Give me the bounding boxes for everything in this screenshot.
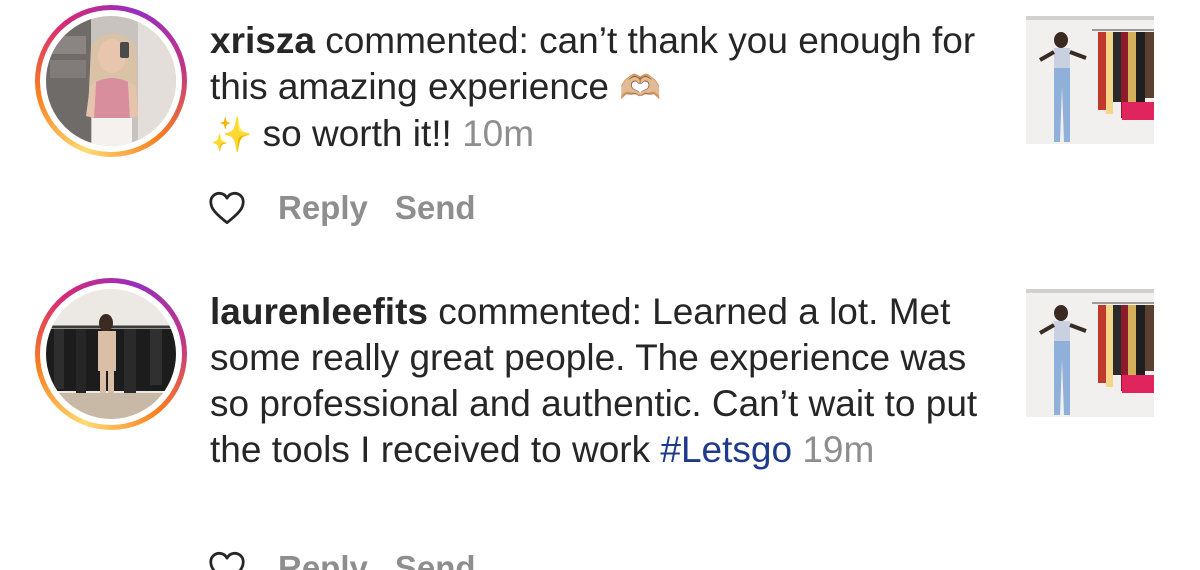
send-button[interactable]: Send: [395, 549, 476, 570]
comment-username[interactable]: laurenleefits: [210, 291, 428, 332]
comment-verb: commented:: [438, 291, 642, 332]
comment-feed: xrisza commented: can’t thank you enough…: [0, 0, 1200, 570]
story-ring[interactable]: [35, 278, 187, 430]
avatar-photo-clothing-rack: [46, 289, 176, 419]
comment-verb: commented:: [325, 20, 529, 61]
story-ring[interactable]: [35, 5, 187, 157]
comment-actions: Reply Send: [208, 548, 503, 570]
post-thumbnail-photo: [1026, 289, 1154, 417]
heart-hands-emoji: 🫶🏼: [619, 69, 662, 107]
post-thumbnail-photo: [1026, 16, 1154, 144]
post-thumbnail[interactable]: [1026, 289, 1154, 417]
reply-button[interactable]: Reply: [278, 189, 368, 227]
avatar[interactable]: [46, 289, 176, 419]
post-thumbnail[interactable]: [1026, 16, 1154, 144]
sparkles-emoji: ✨: [210, 116, 253, 154]
hashtag-link[interactable]: #Letsgo: [660, 429, 792, 470]
avatar-ring-gap: [40, 283, 182, 425]
avatar-photo-selfie: [46, 16, 176, 146]
avatar-ring-gap: [40, 10, 182, 152]
heart-outline-icon[interactable]: [208, 551, 246, 570]
comment-item: laurenleefits commented: Learned a lot. …: [0, 272, 1200, 570]
comment-actions: Reply Send: [208, 188, 503, 228]
send-button[interactable]: Send: [395, 189, 476, 227]
reply-button[interactable]: Reply: [278, 549, 368, 570]
comment-body: xrisza commented: can’t thank you enough…: [210, 18, 990, 158]
comment-timestamp[interactable]: 10m: [462, 113, 534, 154]
comment-body: laurenleefits commented: Learned a lot. …: [210, 289, 990, 473]
heart-outline-icon[interactable]: [208, 191, 246, 225]
avatar[interactable]: [46, 16, 176, 146]
comment-text-continued: so worth it!!: [262, 113, 452, 154]
comment-timestamp[interactable]: 19m: [802, 429, 874, 470]
comment-item: xrisza commented: can’t thank you enough…: [0, 0, 1200, 250]
comment-username[interactable]: xrisza: [210, 20, 315, 61]
